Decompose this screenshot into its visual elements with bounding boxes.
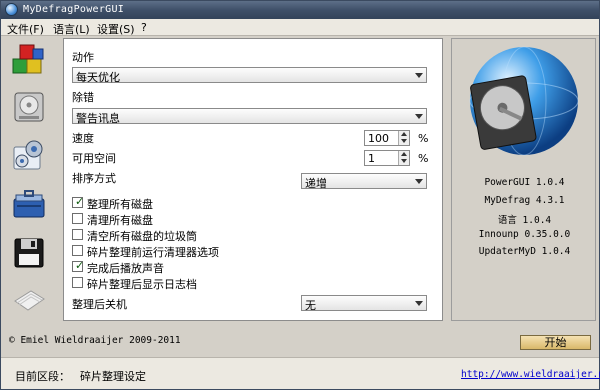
toolbox-icon[interactable] (11, 187, 47, 223)
chevron-down-icon (415, 301, 423, 306)
menu-file[interactable]: 文件(F) (7, 21, 44, 37)
menu-language[interactable]: 语言(L) (53, 21, 90, 37)
shutdown-value: 无 (305, 299, 316, 312)
freespace-label: 可用空间 (72, 152, 116, 165)
sort-label: 排序方式 (72, 172, 116, 185)
settings-panel: 动作 每天优化 除错 警告讯息 速度 100 % 可用空间 1 % 排序方式 递… (63, 38, 443, 321)
shutdown-dropdown[interactable]: 无 (301, 295, 427, 312)
status-bar: 目前区段： 碎片整理设定 http://www.wieldraaijer.nl (1, 357, 600, 389)
checkbox-box[interactable]: ✓ (72, 195, 85, 208)
app-globe-icon (5, 3, 18, 16)
spinner-buttons[interactable] (398, 131, 409, 145)
website-link[interactable]: http://www.wieldraaijer.nl (461, 369, 600, 380)
speed-value: 100 (368, 132, 389, 145)
chevron-down-icon (415, 73, 423, 78)
arrow-down-icon (401, 139, 407, 143)
sort-value: 递增 (305, 177, 327, 190)
speed-unit: % (418, 132, 429, 145)
spinner-buttons[interactable] (398, 151, 409, 165)
checkbox-label: 清理所有磁盘 (87, 214, 153, 227)
checkmark-icon: ✓ (75, 259, 85, 272)
chevron-down-icon (415, 179, 423, 184)
menu-settings[interactable]: 设置(S) (97, 21, 135, 37)
arrow-down-icon (401, 159, 407, 163)
status-section: 目前区段： 碎片整理设定 (15, 368, 146, 384)
checkmark-icon: ✓ (75, 195, 85, 208)
checkbox-label: 完成后播放声音 (87, 262, 164, 275)
action-dropdown[interactable]: 每天优化 (72, 67, 427, 84)
debug-dropdown[interactable]: 警告讯息 (72, 108, 427, 125)
arrow-up-icon (401, 132, 407, 136)
info-panel: PowerGUI 1.0.4 MyDefrag 4.3.1 语言 1.0.4 I… (451, 38, 596, 321)
freespace-unit: % (418, 152, 429, 165)
checkbox-box[interactable] (72, 277, 83, 288)
checkbox-box[interactable]: ✓ (72, 259, 85, 272)
chevron-down-icon (415, 114, 423, 119)
checkbox-box[interactable] (72, 245, 83, 256)
speed-spinner[interactable]: 100 (364, 130, 410, 146)
window-title: MyDefragPowerGUI (23, 4, 125, 15)
sort-dropdown[interactable]: 递增 (301, 173, 427, 190)
app-window: MyDefragPowerGUI 文件(F) 语言(L) 设置(S) ? 动作 … (0, 0, 600, 390)
floppy-disk-icon[interactable] (11, 235, 47, 271)
menu-help[interactable]: ? (141, 21, 147, 34)
start-button[interactable]: 开始 (520, 335, 591, 350)
version-language: 语言 1.0.4 (497, 215, 552, 226)
sidebar (5, 37, 67, 321)
version-powergui: PowerGUI 1.0.4 (484, 177, 565, 188)
checkbox-label: 碎片整理前运行清理器选项 (87, 246, 219, 259)
version-updater: UpdaterMyD 1.0.4 (478, 246, 571, 257)
hard-disk-icon[interactable] (11, 89, 47, 125)
version-innounp: Innounp 0.35.0.0 (478, 229, 571, 240)
shutdown-label: 整理后关机 (72, 298, 127, 311)
speed-label: 速度 (72, 132, 94, 145)
status-value: 碎片整理设定 (80, 370, 146, 383)
title-bar: MyDefragPowerGUI (1, 1, 599, 19)
debug-label: 除错 (72, 91, 94, 104)
action-value: 每天优化 (76, 71, 120, 84)
checkbox-label: 清空所有磁盘的垃圾筒 (87, 230, 197, 243)
debug-value: 警告讯息 (76, 112, 120, 125)
checkbox-label: 碎片整理后显示日志档 (87, 278, 197, 291)
checkbox-box[interactable] (72, 229, 83, 240)
freespace-value: 1 (368, 152, 375, 165)
version-mydefrag: MyDefrag 4.3.1 (484, 195, 565, 206)
blocks-icon[interactable] (11, 41, 47, 77)
settings-gears-icon[interactable] (11, 137, 47, 173)
menu-bar: 文件(F) 语言(L) 设置(S) ? (1, 19, 599, 36)
checkbox-label: 整理所有磁盘 (87, 198, 153, 211)
globe-disk-logo-icon (469, 46, 579, 156)
checkbox-box[interactable] (72, 213, 83, 224)
freespace-spinner[interactable]: 1 (364, 150, 410, 166)
status-label: 目前区段： (15, 370, 70, 383)
arrow-up-icon (401, 152, 407, 156)
paper-icon[interactable] (11, 281, 47, 317)
copyright-text: © Emiel Wieldraaijer 2009-2011 (9, 335, 181, 346)
action-label: 动作 (72, 51, 94, 64)
